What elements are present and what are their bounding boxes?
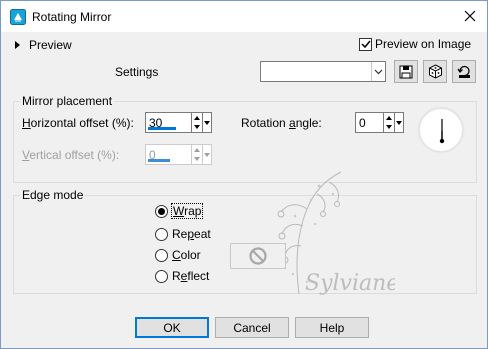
edge-mode-wrap-label: Wrap	[170, 203, 204, 219]
horizontal-offset-dropdown[interactable]	[202, 112, 212, 133]
edge-mode-wrap-radio[interactable]: Wrap	[155, 203, 204, 219]
vertical-offset-level-bar	[148, 159, 170, 162]
horizontal-offset-level-bar	[148, 127, 176, 130]
rotating-mirror-dialog: Rotating Mirror Preview Preview on Image…	[0, 0, 488, 349]
edge-mode-repeat-radio[interactable]: Repeat	[155, 227, 211, 241]
spin-down-icon[interactable]	[192, 155, 202, 165]
ok-button[interactable]: OK	[135, 317, 209, 338]
randomize-button[interactable]	[423, 60, 447, 83]
edge-mode-reflect-label: Reflect	[172, 269, 210, 283]
spin-up-icon[interactable]	[384, 113, 394, 123]
radio-circle[interactable]	[155, 204, 168, 218]
edge-mode-reflect-radio[interactable]: Reflect	[155, 269, 209, 283]
no-symbol-icon	[249, 247, 267, 265]
checkmark-icon	[360, 40, 371, 49]
radio-circle[interactable]	[155, 269, 168, 283]
vertical-offset-stepper[interactable]	[192, 144, 202, 165]
title-bar[interactable]: Rotating Mirror	[1, 1, 487, 32]
rotation-angle-value: 0	[359, 116, 366, 130]
close-button[interactable]	[453, 1, 487, 31]
radio-circle[interactable]	[155, 248, 168, 262]
app-icon	[10, 9, 26, 25]
chevron-down-icon	[204, 152, 210, 157]
edge-mode-title: Edge mode	[20, 188, 86, 202]
chevron-down-icon	[204, 120, 210, 125]
vertical-offset-spin[interactable]: 0	[145, 144, 212, 165]
sylviane-watermark: Sylviane	[237, 164, 399, 302]
spin-down-icon[interactable]	[192, 123, 202, 133]
edge-mode-color-radio[interactable]: Color	[155, 248, 201, 262]
spin-down-icon[interactable]	[384, 123, 394, 133]
combo-dropdown-button[interactable]	[371, 62, 385, 81]
checkbox-box[interactable]	[359, 37, 372, 51]
rotation-angle-label: Rotation angle:	[241, 116, 322, 130]
mirror-placement-title: Mirror placement	[20, 94, 115, 108]
radio-selected-dot	[158, 207, 165, 215]
settings-label: Settings	[115, 65, 159, 79]
radio-circle[interactable]	[155, 227, 168, 241]
settings-combo[interactable]	[260, 61, 386, 82]
spin-up-icon[interactable]	[192, 145, 202, 155]
floppy-disk-icon	[399, 65, 413, 78]
watermark-text: Sylviane	[305, 271, 395, 296]
save-settings-button[interactable]	[394, 60, 418, 83]
window-title: Rotating Mirror	[32, 10, 112, 24]
preview-label: Preview	[29, 38, 72, 52]
spin-up-icon[interactable]	[192, 113, 202, 123]
preview-on-image-checkbox[interactable]: Preview on Image	[359, 37, 471, 51]
vertical-offset-label: Vertical offset (%):	[22, 148, 120, 162]
horizontal-offset-label: Horizontal offset (%):	[22, 116, 134, 130]
rotation-angle-stepper[interactable]	[384, 112, 394, 133]
chevron-down-icon	[396, 120, 402, 125]
rotation-angle-dial[interactable]	[419, 108, 463, 152]
horizontal-offset-input[interactable]: 30	[145, 112, 192, 133]
rotation-angle-dropdown[interactable]	[394, 112, 404, 133]
vertical-offset-dropdown[interactable]	[202, 144, 212, 165]
chevron-down-icon	[374, 69, 383, 74]
expand-arrow-icon	[15, 41, 20, 49]
reset-icon	[456, 65, 470, 78]
horizontal-offset-stepper[interactable]	[192, 112, 202, 133]
preview-toggle[interactable]: Preview	[15, 38, 72, 52]
help-button[interactable]: Help	[295, 317, 369, 338]
edge-mode-repeat-label: Repeat	[172, 227, 211, 241]
rotation-angle-spin[interactable]: 0	[355, 112, 404, 133]
horizontal-offset-spin[interactable]: 30	[145, 112, 212, 133]
rotation-angle-input[interactable]: 0	[355, 112, 384, 133]
cancel-button[interactable]: Cancel	[215, 317, 289, 338]
dice-icon	[428, 64, 442, 79]
dial-needle-icon	[439, 119, 445, 144]
preview-on-image-label: Preview on Image	[375, 37, 472, 51]
close-icon	[464, 10, 476, 22]
edge-color-swatch[interactable]	[230, 243, 286, 269]
dialog-body: Preview Preview on Image Settings Mirror…	[1, 32, 487, 348]
reset-defaults-button[interactable]	[452, 60, 476, 83]
edge-mode-color-label: Color	[172, 248, 201, 262]
vertical-offset-input[interactable]: 0	[145, 144, 192, 165]
